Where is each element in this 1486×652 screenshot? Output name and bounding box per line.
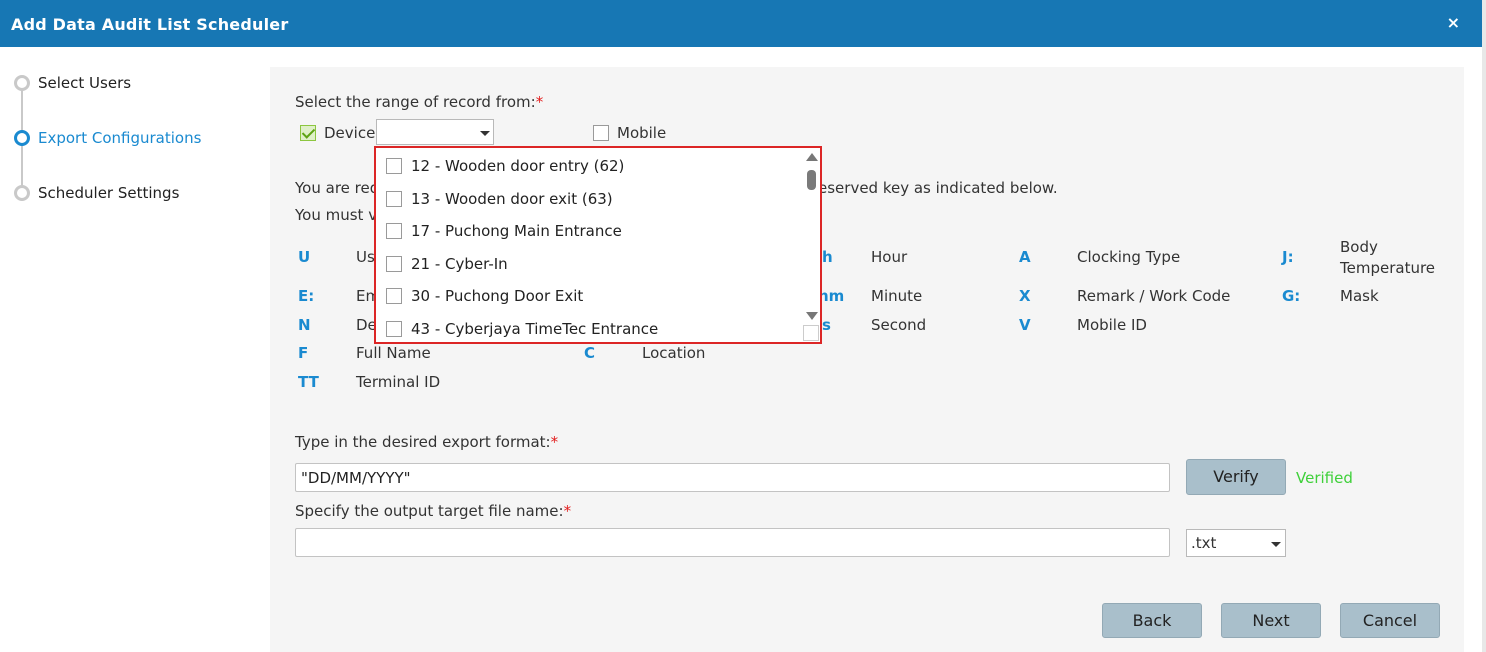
window-edge	[1482, 0, 1486, 652]
scroll-up-icon[interactable]	[806, 153, 818, 161]
step-scheduler-settings[interactable]: Scheduler Settings	[14, 182, 179, 204]
device-option-item[interactable]: 43 - Cyberjaya TimeTec Entrance	[386, 317, 658, 341]
device-label: Device	[324, 124, 376, 142]
key-desc: Second	[871, 316, 927, 334]
required-mark: *	[550, 433, 559, 451]
key-desc: Full Name	[356, 344, 431, 362]
key-code: U	[298, 248, 311, 266]
device-option-item[interactable]: 30 - Puchong Door Exit	[386, 284, 583, 308]
device-option-item[interactable]: 13 - Wooden door exit (63)	[386, 187, 613, 211]
info-line-1-start: You are req	[295, 179, 380, 197]
key-code: F	[298, 344, 309, 362]
key-desc: Clocking Type	[1077, 248, 1181, 266]
option-label: 17 - Puchong Main Entrance	[411, 222, 622, 240]
export-format-label: Type in the desired export format:*	[295, 433, 558, 451]
key-desc: Location	[642, 344, 706, 362]
key-desc: Mobile ID	[1077, 316, 1147, 334]
option-checkbox[interactable]	[386, 321, 402, 337]
next-button[interactable]: Next	[1221, 603, 1321, 638]
key-code: A	[1019, 248, 1031, 266]
step-label: Export Configurations	[38, 129, 202, 147]
key-desc: Mask	[1340, 287, 1379, 305]
key-code: G:	[1282, 287, 1301, 305]
key-code: C	[584, 344, 596, 362]
step-dot-icon	[14, 130, 30, 146]
key-desc: Hour	[871, 248, 908, 266]
key-code: TT	[298, 373, 319, 391]
option-label: 21 - Cyber-In	[411, 255, 508, 273]
required-mark: *	[535, 93, 544, 111]
step-export-configurations[interactable]: Export Configurations	[14, 127, 201, 149]
step-dot-icon	[14, 75, 30, 91]
file-extension-value: .txt	[1191, 534, 1217, 552]
device-option[interactable]: Device	[300, 124, 375, 142]
resize-grip-icon[interactable]	[803, 325, 819, 341]
output-file-input[interactable]	[295, 528, 1170, 557]
option-checkbox[interactable]	[386, 158, 402, 174]
option-checkbox[interactable]	[386, 223, 402, 239]
step-select-users[interactable]: Select Users	[14, 72, 131, 94]
export-format-input[interactable]: "DD/MM/YYYY"	[295, 463, 1170, 492]
mobile-checkbox[interactable]	[593, 125, 609, 141]
key-code: h	[822, 248, 833, 266]
info-line-2-start: You must v	[295, 206, 378, 224]
device-option-item[interactable]: 12 - Wooden door entry (62)	[386, 154, 624, 178]
option-checkbox[interactable]	[386, 191, 402, 207]
chevron-down-icon	[1271, 542, 1281, 547]
scroll-down-icon[interactable]	[806, 312, 818, 320]
mobile-option[interactable]: Mobile	[593, 124, 666, 142]
key-desc: Temperature	[1340, 259, 1436, 277]
required-mark: *	[563, 502, 572, 520]
key-desc: Us	[356, 248, 375, 266]
chevron-down-icon	[480, 131, 490, 136]
option-label: 43 - Cyberjaya TimeTec Entrance	[411, 320, 659, 338]
output-file-label: Specify the output target file name:*	[295, 502, 571, 520]
key-desc: Remark / Work Code	[1077, 287, 1231, 305]
verified-status: Verified	[1296, 469, 1353, 487]
info-line-1-end: eserved key as indicated below.	[818, 179, 1058, 197]
option-label: 30 - Puchong Door Exit	[411, 287, 584, 305]
option-label: 13 - Wooden door exit (63)	[411, 190, 613, 208]
device-option-item[interactable]: 17 - Puchong Main Entrance	[386, 219, 622, 243]
output-file-label-text: Specify the output target file name:	[295, 502, 564, 520]
key-desc: Body	[1340, 238, 1378, 256]
cancel-button[interactable]: Cancel	[1340, 603, 1440, 638]
device-select[interactable]	[376, 119, 494, 145]
file-extension-select[interactable]: .txt	[1186, 529, 1286, 557]
step-label: Select Users	[38, 74, 132, 92]
range-label: Select the range of record from:*	[295, 93, 543, 111]
close-icon[interactable]: ×	[1447, 13, 1460, 32]
step-label: Scheduler Settings	[38, 184, 180, 202]
key-desc: Terminal ID	[356, 373, 441, 391]
scroll-thumb[interactable]	[807, 170, 816, 190]
key-code: N	[298, 316, 311, 334]
option-label: 12 - Wooden door entry (62)	[411, 157, 625, 175]
device-checkbox[interactable]	[300, 125, 316, 141]
dialog-title: Add Data Audit List Scheduler	[11, 15, 289, 34]
wizard-stepper: Select Users Export Configurations Sched…	[0, 47, 270, 652]
verify-button[interactable]: Verify	[1186, 459, 1286, 495]
dropdown-scrollbar[interactable]	[804, 150, 820, 340]
key-code: s	[822, 316, 831, 334]
range-label-text: Select the range of record from:	[295, 93, 536, 111]
mobile-label: Mobile	[617, 124, 667, 142]
key-code: V	[1019, 316, 1031, 334]
option-checkbox[interactable]	[386, 288, 402, 304]
dialog-header: Add Data Audit List Scheduler ×	[0, 0, 1482, 47]
key-desc: Minute	[871, 287, 923, 305]
device-option-item[interactable]: 21 - Cyber-In	[386, 252, 508, 276]
back-button[interactable]: Back	[1102, 603, 1202, 638]
device-dropdown-list[interactable]: 12 - Wooden door entry (62) 13 - Wooden …	[374, 146, 822, 344]
key-code: X	[1019, 287, 1031, 305]
key-code: J:	[1282, 248, 1294, 266]
option-checkbox[interactable]	[386, 256, 402, 272]
step-dot-icon	[14, 185, 30, 201]
key-code: E:	[298, 287, 315, 305]
export-format-label-text: Type in the desired export format:	[295, 433, 551, 451]
